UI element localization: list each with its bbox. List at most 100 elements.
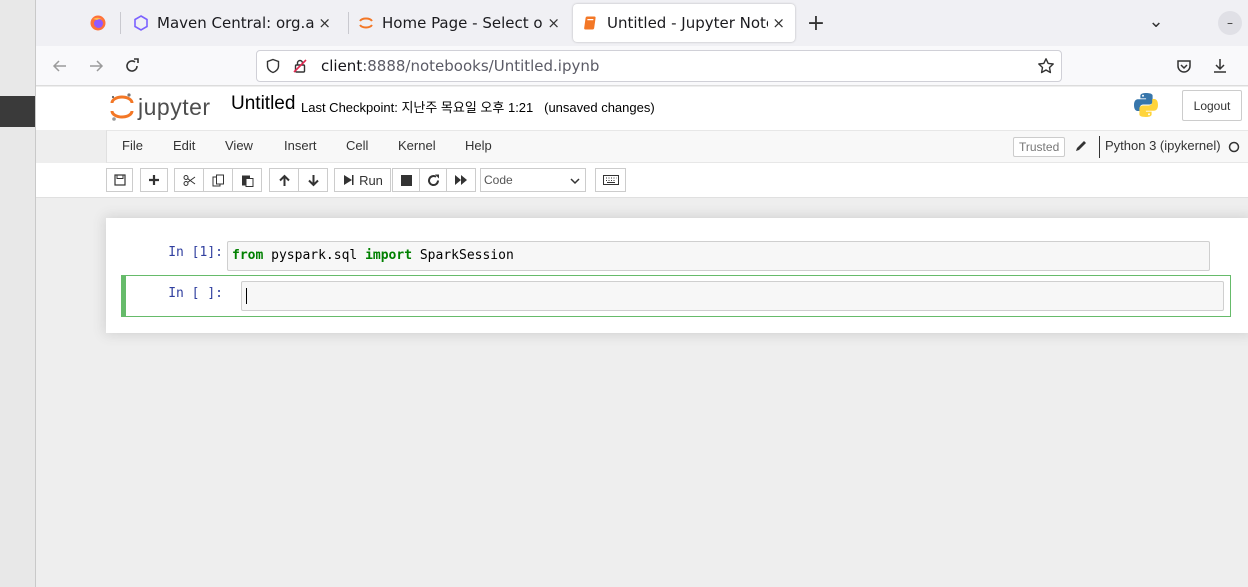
paste-icon — [241, 175, 253, 187]
pocket-icon — [1177, 60, 1191, 73]
url-text: client:8888/notebooks/Untitled.ipynb — [321, 57, 599, 75]
menu-help[interactable]: Help — [465, 138, 492, 153]
kernel-idle-icon — [1228, 141, 1240, 153]
jupyter-logo-text: jupyter — [138, 93, 211, 120]
floppy-disk-icon — [113, 174, 126, 186]
restart-icon — [427, 174, 439, 186]
url-host: client — [321, 57, 363, 75]
edit-pencil-icon[interactable] — [1074, 139, 1088, 153]
tab-maven-central[interactable]: Maven Central: org.apach × — [123, 4, 341, 42]
desktop-panel — [0, 96, 36, 127]
tab-separator — [120, 12, 121, 34]
keyboard-icon — [602, 175, 619, 185]
menu-edit[interactable]: Edit — [173, 138, 195, 153]
jupyter-icon — [359, 17, 373, 29]
insecure-lock-icon[interactable] — [292, 58, 308, 74]
code-editor[interactable]: from pyspark.sql import SparkSession — [227, 241, 1210, 271]
shield-icon[interactable] — [265, 58, 281, 74]
tab-title: Maven Central: org.apach — [157, 14, 315, 32]
tab-title: Home Page - Select or cre — [382, 14, 543, 32]
code-cell-selected[interactable]: In [ ]: — [121, 275, 1231, 317]
back-button[interactable] — [48, 54, 72, 78]
kernel-name[interactable]: Python 3 (ipykernel) — [1105, 138, 1221, 153]
kernel-divider — [1099, 136, 1100, 158]
input-prompt: In [1]: — [168, 245, 223, 260]
close-tab-icon[interactable]: × — [547, 14, 560, 32]
text-cursor — [246, 288, 247, 304]
move-down-button[interactable] — [298, 168, 328, 192]
firefox-icon — [90, 15, 106, 31]
python-logo-icon — [1134, 93, 1158, 117]
input-prompt: In [ ]: — [168, 286, 223, 301]
checkpoint-status: Last Checkpoint: 지난주 목요일 오후 1:21 (unsave… — [301, 97, 655, 116]
jupyter-header: jupyter Untitled Last Checkpoint: 지난주 목요… — [36, 87, 1248, 130]
forward-arrow-icon — [90, 60, 104, 72]
run-button[interactable]: Run — [334, 168, 391, 192]
cell-type-select[interactable]: Code — [480, 168, 586, 192]
menubar: File Edit View Insert Cell Kernel Help T… — [106, 130, 1248, 163]
notebook-toolbar: Run Code — [36, 163, 1248, 198]
interrupt-kernel-button[interactable] — [392, 168, 420, 192]
tab-firefox[interactable] — [80, 4, 120, 42]
step-forward-icon — [344, 175, 354, 185]
code-keyword: from — [232, 248, 264, 263]
pocket-button[interactable] — [1172, 54, 1196, 78]
tab-untitled-notebook[interactable]: Untitled - Jupyter Notebo × — [573, 4, 795, 42]
back-arrow-icon — [52, 60, 66, 72]
arrow-up-icon — [278, 174, 290, 186]
close-tab-icon[interactable]: × — [318, 14, 331, 32]
new-tab-button[interactable]: + — [804, 11, 828, 36]
scissors-icon — [183, 174, 195, 186]
url-bar[interactable]: client:8888/notebooks/Untitled.ipynb — [256, 50, 1062, 82]
cell-type-value: Code — [484, 173, 513, 187]
jupyter-logo[interactable]: jupyter — [110, 92, 211, 122]
list-all-tabs-button[interactable]: ⌄ — [1144, 9, 1168, 33]
forward-button[interactable] — [84, 54, 108, 78]
menu-view[interactable]: View — [225, 138, 253, 153]
stop-icon — [400, 174, 412, 186]
plus-icon — [149, 175, 159, 185]
tab-title: Untitled - Jupyter Notebo — [607, 14, 768, 32]
downloads-button[interactable] — [1208, 54, 1232, 78]
autosave-status: (unsaved changes) — [544, 100, 655, 115]
url-path: :8888/notebooks/Untitled.ipynb — [362, 57, 600, 75]
notebook-name[interactable]: Untitled — [231, 93, 295, 115]
move-up-button[interactable] — [269, 168, 299, 192]
cut-button[interactable] — [174, 168, 204, 192]
jupyter-logo-icon — [110, 93, 134, 121]
code-editor[interactable] — [241, 281, 1224, 311]
run-button-label: Run — [359, 172, 383, 188]
close-tab-icon[interactable]: × — [772, 14, 785, 32]
restart-run-all-button[interactable] — [446, 168, 476, 192]
tab-home-page[interactable]: Home Page - Select or cre × — [348, 4, 570, 42]
code-text: SparkSession — [412, 248, 514, 263]
notebook-area: In [1]: from pyspark.sql import SparkSes… — [36, 199, 1248, 587]
menu-file[interactable]: File — [122, 138, 143, 153]
copy-icon — [212, 174, 224, 186]
copy-button[interactable] — [203, 168, 233, 192]
command-palette-button[interactable] — [595, 168, 626, 192]
fast-forward-icon — [455, 175, 467, 185]
bookmark-star-icon[interactable] — [1037, 57, 1055, 75]
restart-kernel-button[interactable] — [419, 168, 447, 192]
notebook-container: In [1]: from pyspark.sql import SparkSes… — [106, 218, 1248, 333]
reload-icon — [126, 58, 139, 72]
code-cell[interactable]: In [1]: from pyspark.sql import SparkSes… — [121, 235, 1231, 277]
tab-strip: Maven Central: org.apach × Home Page - S… — [36, 0, 1248, 46]
last-checkpoint: Last Checkpoint: 지난주 목요일 오후 1:21 — [301, 100, 534, 115]
minimize-button[interactable]: – — [1218, 11, 1242, 35]
notebook-icon — [584, 16, 596, 30]
code-keyword: import — [365, 248, 413, 263]
trusted-indicator[interactable]: Trusted — [1013, 137, 1066, 157]
reload-button[interactable] — [120, 54, 144, 78]
maven-icon — [134, 15, 148, 31]
menu-insert[interactable]: Insert — [284, 138, 317, 153]
save-button[interactable] — [106, 168, 133, 192]
logout-button[interactable]: Logout — [1182, 90, 1242, 121]
browser-window: Maven Central: org.apach × Home Page - S… — [35, 0, 1248, 587]
menu-cell[interactable]: Cell — [346, 138, 368, 153]
insert-cell-button[interactable] — [140, 168, 168, 192]
arrow-down-icon — [307, 174, 319, 186]
paste-button[interactable] — [232, 168, 262, 192]
menu-kernel[interactable]: Kernel — [398, 138, 436, 153]
